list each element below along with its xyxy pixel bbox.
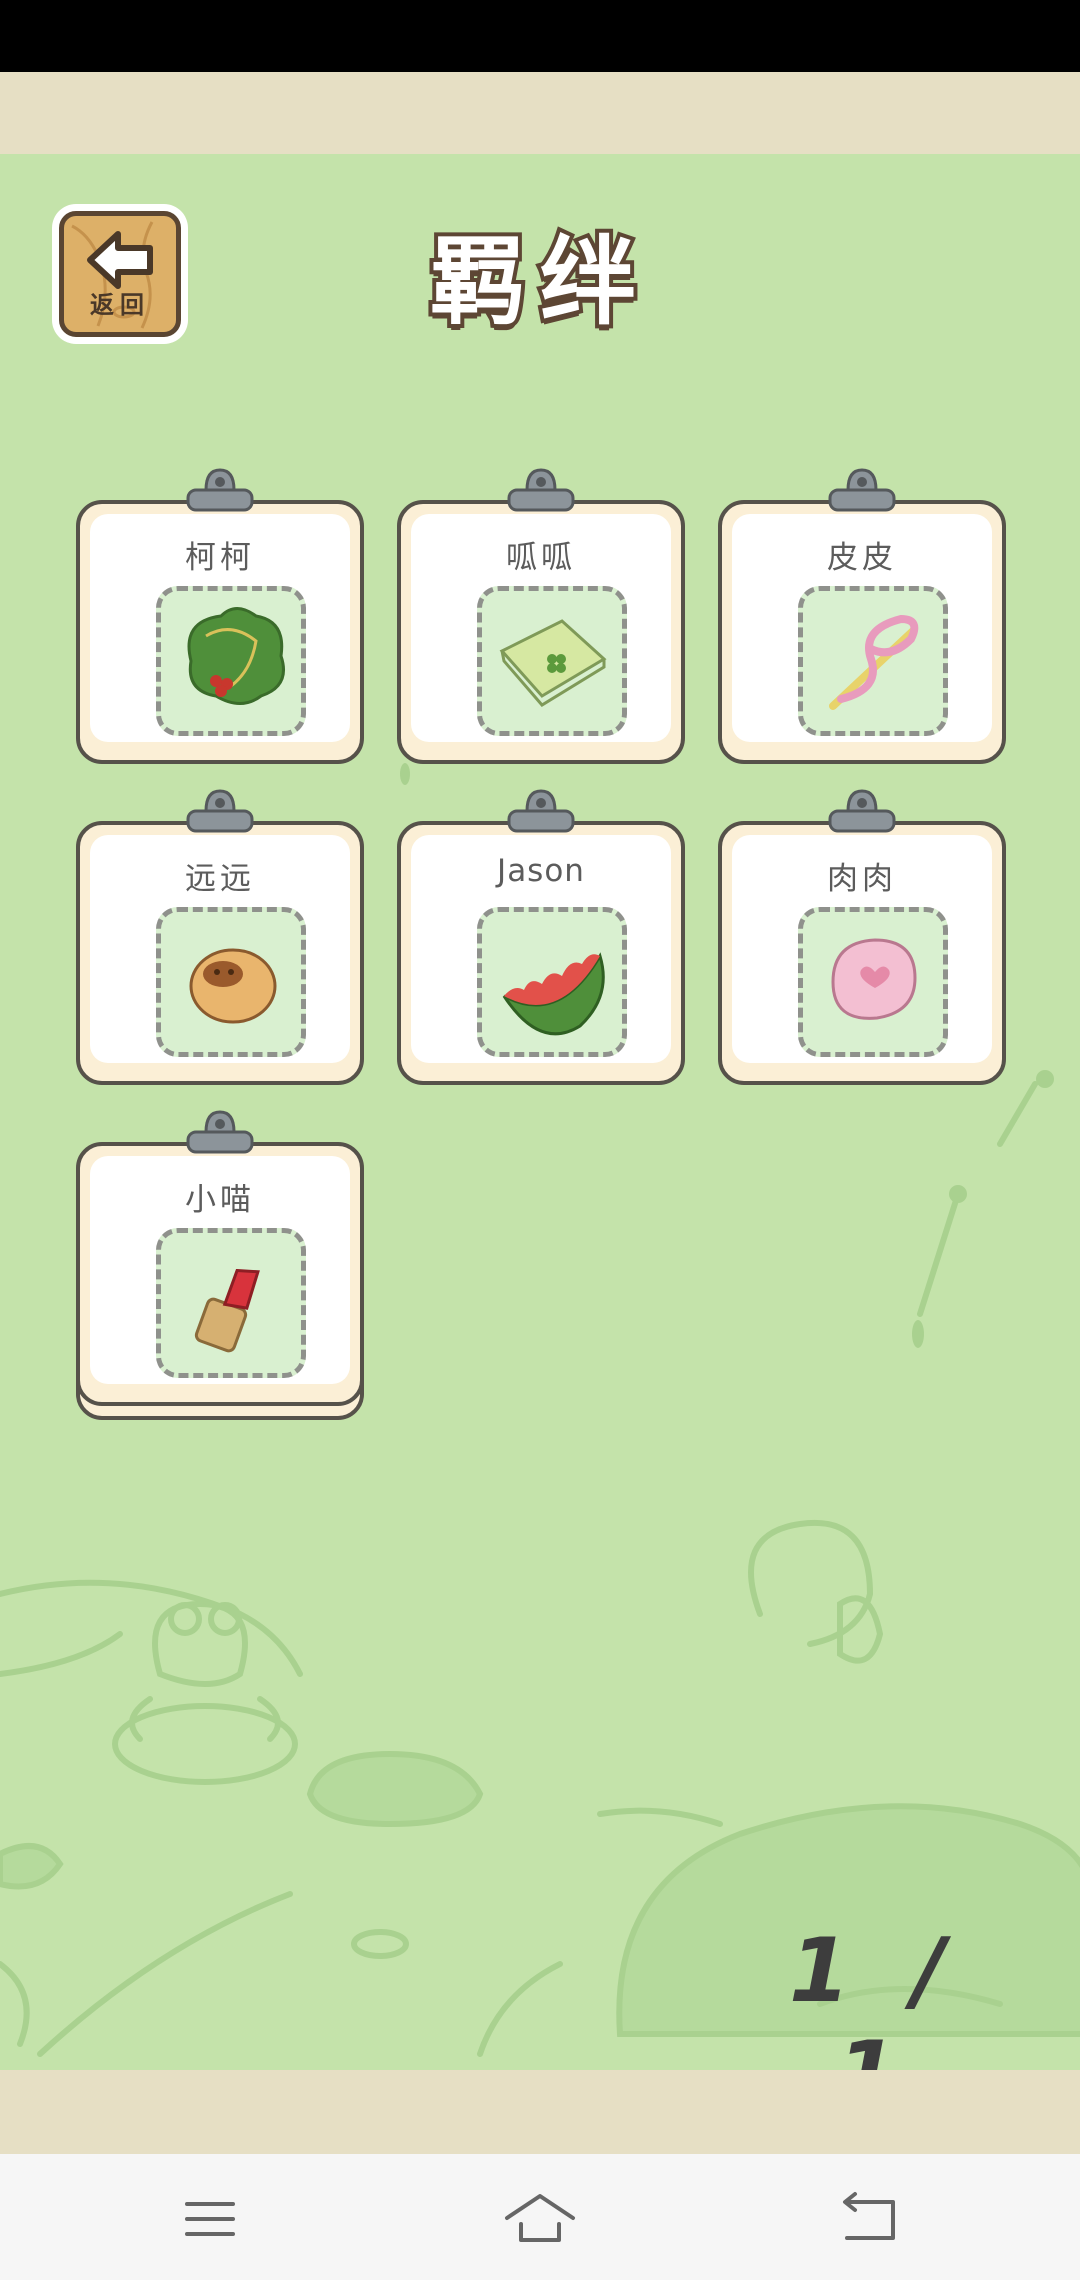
friend-name: 小喵	[185, 1182, 255, 1218]
clover-notebook-icon	[499, 619, 607, 707]
lipstick-icon	[194, 1268, 260, 1353]
leaf-with-berry-necklace-icon	[187, 607, 285, 705]
left-arrow-icon	[87, 231, 153, 289]
clip-icon	[505, 789, 577, 839]
pink-shell-icon	[831, 938, 917, 1020]
twisted-straw-icon	[829, 614, 919, 710]
back-icon	[843, 2192, 895, 2240]
menu-icon	[185, 2202, 235, 2236]
top-band	[0, 72, 1080, 154]
page-indicator: 1 / 1	[788, 1919, 961, 2070]
bottom-band	[0, 2070, 1080, 2154]
home-button[interactable]	[495, 2184, 585, 2254]
item-slot	[156, 907, 306, 1057]
clip-icon	[184, 1110, 256, 1160]
back-button[interactable]: 返回	[52, 204, 188, 344]
back-nav-button[interactable]	[825, 2184, 915, 2254]
menu-button[interactable]	[165, 2184, 255, 2254]
friend-name: 远远	[185, 861, 255, 897]
item-slot	[156, 586, 306, 736]
clip-icon	[826, 789, 898, 839]
clip-icon	[184, 468, 256, 518]
item-slot	[477, 586, 627, 736]
friend-name: 柯柯	[185, 540, 255, 576]
clip-icon	[184, 789, 256, 839]
clip-icon	[505, 468, 577, 518]
friend-name: 肉肉	[827, 861, 897, 897]
system-navigation-bar	[0, 2154, 1080, 2280]
page-title: 羁绊	[426, 222, 650, 342]
watermelon-slice-icon	[502, 952, 605, 1036]
back-label: 返回	[90, 291, 150, 319]
item-slot	[477, 907, 627, 1057]
friend-name: Jason	[497, 853, 585, 889]
background-scenery	[0, 763, 1080, 2057]
friend-name: 呱呱	[506, 540, 576, 576]
status-bar	[0, 0, 1080, 72]
item-slot	[156, 1228, 306, 1378]
item-slot	[798, 907, 948, 1057]
bread-bun-icon	[189, 948, 277, 1024]
clip-icon	[826, 468, 898, 518]
bond-screen: 返回 羁绊 柯柯 呱呱 皮皮 远远 Jason 肉肉 小喵 1 /	[0, 154, 1080, 2070]
home-icon	[505, 2194, 575, 2242]
friend-name: 皮皮	[827, 540, 897, 576]
item-slot	[798, 586, 948, 736]
